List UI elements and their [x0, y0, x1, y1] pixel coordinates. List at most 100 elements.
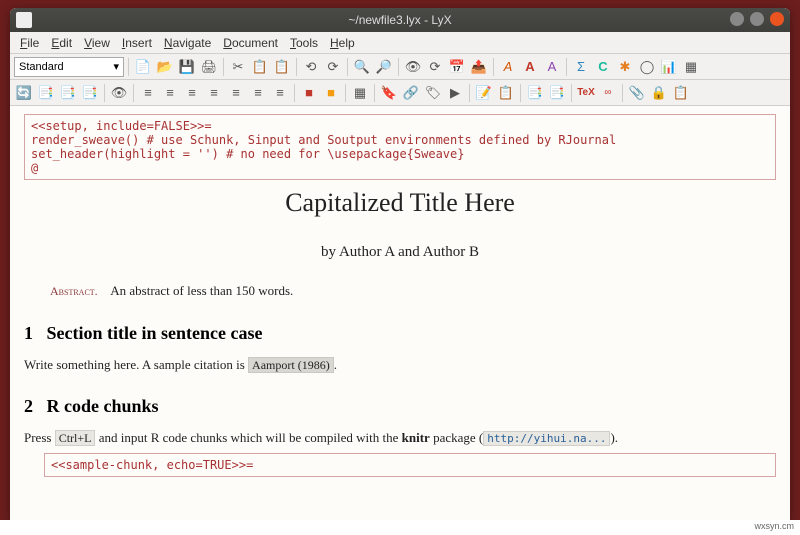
- menu-help[interactable]: Help: [324, 34, 361, 52]
- minimize-button[interactable]: [730, 12, 744, 26]
- url-inset[interactable]: http://yihui.na...: [483, 431, 610, 446]
- menu-tools[interactable]: Tools: [284, 34, 324, 52]
- section-1-heading[interactable]: 1 Section title in sentence case: [24, 323, 776, 344]
- author-line[interactable]: by Author A and Author B: [24, 244, 776, 261]
- close-button[interactable]: [770, 12, 784, 26]
- section-number: 2: [24, 396, 33, 416]
- style-label: Standard: [19, 61, 64, 73]
- citation-inset[interactable]: Aamport (1986): [248, 357, 334, 373]
- menubar: File Edit View Insert Navigate Document …: [10, 32, 790, 54]
- separator: [296, 58, 297, 76]
- tool-icon[interactable]: 🔄: [14, 83, 34, 103]
- math-icon[interactable]: Σ: [571, 57, 591, 77]
- menu-insert[interactable]: Insert: [116, 34, 158, 52]
- code-chunk-sample[interactable]: <<sample-chunk, echo=TRUE>>=: [44, 453, 776, 477]
- list-icon[interactable]: ≡: [248, 83, 268, 103]
- tex-icon[interactable]: TeX: [576, 83, 596, 103]
- tool-icon[interactable]: 📑: [36, 83, 56, 103]
- paragraph-style-select[interactable]: Standard ▾: [14, 57, 124, 77]
- refresh-icon[interactable]: ⟳: [425, 57, 445, 77]
- save-icon[interactable]: 💾: [177, 57, 197, 77]
- document-area[interactable]: <<setup, include=FALSE>>= render_sweave(…: [10, 106, 790, 523]
- noun-icon[interactable]: A: [542, 57, 562, 77]
- separator: [345, 84, 346, 102]
- document-title[interactable]: Capitalized Title Here: [24, 188, 776, 218]
- find-replace-icon[interactable]: 🔎: [374, 57, 394, 77]
- cut-icon[interactable]: ✂: [228, 57, 248, 77]
- clip-icon[interactable]: 📎: [627, 83, 647, 103]
- box-icon[interactable]: ■: [321, 83, 341, 103]
- section-2-heading[interactable]: 2 R code chunks: [24, 396, 776, 417]
- ref-icon[interactable]: 🔖: [379, 83, 399, 103]
- list-icon[interactable]: ≡: [270, 83, 290, 103]
- open-icon[interactable]: 📂: [155, 57, 175, 77]
- note-icon[interactable]: 📝: [474, 83, 494, 103]
- menu-document[interactable]: Document: [217, 34, 284, 52]
- paste-icon[interactable]: 📋: [272, 57, 292, 77]
- redo-icon[interactable]: ⟳: [323, 57, 343, 77]
- undo-icon[interactable]: ⟲: [301, 57, 321, 77]
- export-icon[interactable]: 📤: [469, 57, 489, 77]
- doc-icon[interactable]: 📑: [525, 83, 545, 103]
- tool-icon[interactable]: 📑: [80, 83, 100, 103]
- separator: [223, 58, 224, 76]
- text: .: [334, 357, 337, 372]
- label-icon[interactable]: ◯: [637, 57, 657, 77]
- separator: [520, 84, 521, 102]
- list-icon[interactable]: ≡: [204, 83, 224, 103]
- list-icon[interactable]: ≡: [160, 83, 180, 103]
- box-icon[interactable]: ■: [299, 83, 319, 103]
- outline-icon[interactable]: 👁: [109, 83, 129, 103]
- float-icon[interactable]: ▦: [350, 83, 370, 103]
- tag-icon[interactable]: 🏷: [423, 83, 443, 103]
- window-controls: [730, 12, 784, 26]
- paragraph-1[interactable]: Write something here. A sample citation …: [24, 356, 776, 374]
- source-icon[interactable]: ∞: [598, 83, 618, 103]
- copy-icon[interactable]: 📋: [250, 57, 270, 77]
- print-icon[interactable]: 🖨: [199, 57, 219, 77]
- separator: [133, 84, 134, 102]
- doc-icon[interactable]: 📑: [547, 83, 567, 103]
- new-doc-icon[interactable]: 📄: [133, 57, 153, 77]
- list-icon[interactable]: ≡: [138, 83, 158, 103]
- code-chunk-setup[interactable]: <<setup, include=FALSE>>= render_sweave(…: [24, 114, 776, 180]
- cite-icon[interactable]: C: [593, 57, 613, 77]
- maximize-button[interactable]: [750, 12, 764, 26]
- abstract[interactable]: Abstract. An abstract of less than 150 w…: [50, 283, 776, 299]
- paragraph-2[interactable]: Press Ctrl+L and input R code chunks whi…: [24, 429, 776, 447]
- emph-icon[interactable]: A: [498, 57, 518, 77]
- menu-navigate[interactable]: Navigate: [158, 34, 217, 52]
- nav-icon[interactable]: 📅: [447, 57, 467, 77]
- separator: [294, 84, 295, 102]
- misc-icon[interactable]: 📋: [671, 83, 691, 103]
- app-window: ~/newfile3.lyx - LyX File Edit View Inse…: [10, 8, 790, 523]
- toolbar-row-2: 🔄 📑 📑 📑 👁 ≡ ≡ ≡ ≡ ≡ ≡ ≡ ■ ■ ▦ 🔖 🔗 🏷 ▶ 📝 …: [10, 80, 790, 106]
- text: ).: [610, 430, 618, 445]
- tool-icon[interactable]: 📑: [58, 83, 78, 103]
- graphics-icon[interactable]: 📊: [659, 57, 679, 77]
- list-icon[interactable]: ≡: [182, 83, 202, 103]
- toolbar-row-1: Standard ▾ 📄 📂 💾 🖨 ✂ 📋 📋 ⟲ ⟳ 🔍 🔎 👁 ⟳ 📅 📤…: [10, 54, 790, 80]
- link-icon[interactable]: 🔗: [401, 83, 421, 103]
- separator: [566, 58, 567, 76]
- abstract-label: Abstract.: [50, 284, 98, 298]
- find-icon[interactable]: 🔍: [352, 57, 372, 77]
- abstract-text: An abstract of less than 150 words.: [110, 283, 293, 298]
- menu-file[interactable]: File: [14, 34, 45, 52]
- separator: [469, 84, 470, 102]
- view-icon[interactable]: 👁: [403, 57, 423, 77]
- note-icon[interactable]: 📋: [496, 83, 516, 103]
- section-number: 1: [24, 323, 33, 343]
- lock-icon[interactable]: 🔒: [649, 83, 669, 103]
- keystroke-inset[interactable]: Ctrl+L: [55, 430, 96, 446]
- menu-view[interactable]: View: [78, 34, 116, 52]
- bold-icon[interactable]: A: [520, 57, 540, 77]
- separator: [128, 58, 129, 76]
- footnote-icon[interactable]: ✱: [615, 57, 635, 77]
- arrow-icon[interactable]: ▶: [445, 83, 465, 103]
- section-title: R code chunks: [47, 396, 159, 416]
- menu-edit[interactable]: Edit: [45, 34, 78, 52]
- bold-text: knitr: [402, 430, 430, 445]
- list-icon[interactable]: ≡: [226, 83, 246, 103]
- table-icon[interactable]: ▦: [681, 57, 701, 77]
